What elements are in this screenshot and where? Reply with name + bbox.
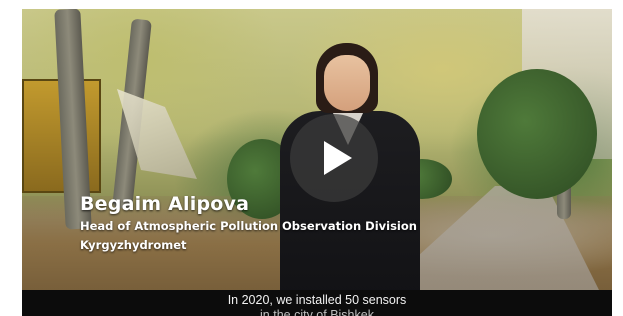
video-player[interactable]: Begaim Alipova Head of Atmospheric Pollu… bbox=[22, 9, 612, 316]
speaker-title: Head of Atmospheric Pollution Observatio… bbox=[80, 219, 417, 233]
subtitle-line: In 2020, we installed 50 sensors bbox=[227, 293, 407, 307]
speaker-organization: Kyrgyzhydromet bbox=[80, 238, 187, 252]
speaker-face bbox=[324, 55, 370, 111]
speaker-name: Begaim Alipova bbox=[80, 193, 250, 215]
speaker-lower-third: Begaim Alipova Head of Atmospheric Pollu… bbox=[80, 192, 417, 254]
play-icon bbox=[324, 141, 352, 175]
bush bbox=[477, 69, 597, 199]
play-button[interactable] bbox=[290, 114, 378, 202]
subtitle-bar: In 2020, we installed 50 sensors in the … bbox=[22, 290, 612, 316]
subtitle-line: in the city of Bishkek bbox=[260, 308, 374, 316]
